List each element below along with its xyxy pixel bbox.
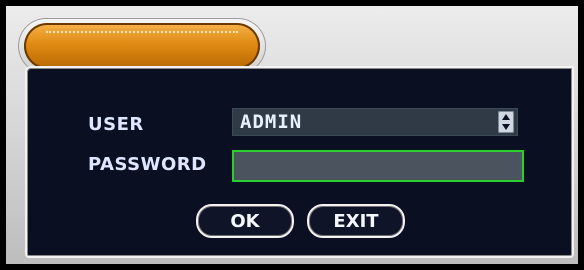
exit-button[interactable]: EXIT [307,204,405,238]
chevron-down-icon[interactable] [502,124,510,130]
ok-button[interactable]: OK [196,204,294,238]
password-input[interactable] [232,150,524,182]
chevron-up-icon[interactable] [502,114,510,120]
spinner-icon[interactable] [498,111,514,133]
user-select[interactable]: ADMIN [232,108,518,136]
user-label: USER [88,114,144,135]
password-label: PASSWORD [88,154,207,175]
user-value: ADMIN [240,111,303,133]
tab-icon [24,23,260,69]
